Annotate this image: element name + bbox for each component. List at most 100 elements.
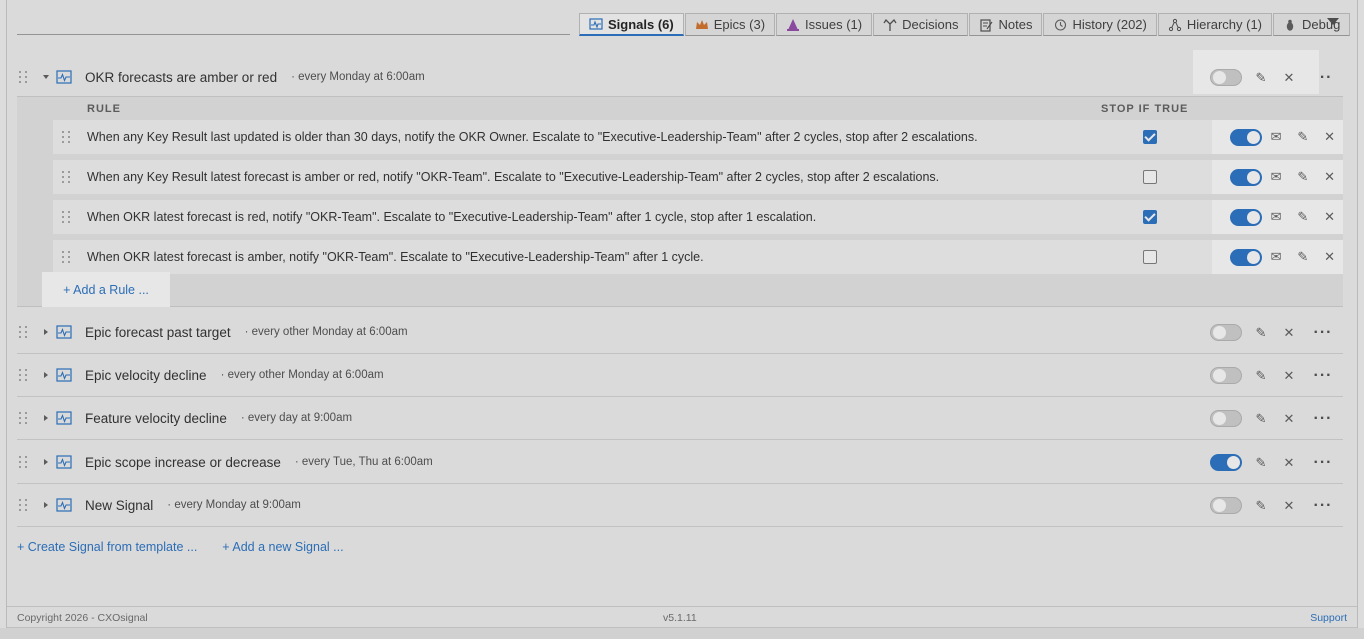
drag-handle-icon[interactable] — [62, 129, 76, 145]
edit-pencil-icon[interactable]: ✎ — [1289, 247, 1316, 267]
stop-if-true-checkbox[interactable] — [1143, 130, 1157, 144]
email-envelope-icon[interactable]: ✉ — [1263, 127, 1290, 147]
signal-title[interactable]: Epic velocity decline — [85, 368, 207, 383]
stop-if-true-column-header: STOP IF TRUE — [1101, 103, 1189, 115]
add-rule-button[interactable]: + Add a Rule ... — [42, 272, 170, 307]
version-text: v5.1.11 — [663, 612, 697, 624]
signal-row[interactable]: Epic scope increase or decrease · every … — [17, 441, 1343, 484]
rule-text[interactable]: When OKR latest forecast is amber, notif… — [87, 250, 704, 264]
delete-close-icon[interactable]: ✕ — [1275, 409, 1303, 429]
edit-pencil-icon[interactable]: ✎ — [1289, 207, 1316, 227]
more-options-icon[interactable]: ··· — [1303, 324, 1343, 342]
drag-handle-icon[interactable] — [62, 209, 76, 225]
add-new-signal-link[interactable]: + Add a new Signal ... — [222, 540, 343, 554]
more-tabs-chevron-down-icon[interactable] — [1327, 18, 1339, 25]
signal-row[interactable]: Epic velocity decline · every other Mond… — [17, 354, 1343, 397]
drag-handle-icon[interactable] — [62, 169, 76, 185]
stop-if-true-checkbox[interactable] — [1143, 250, 1157, 264]
rule-actions: ✉ ✎ ✕ — [1212, 240, 1343, 274]
signal-title[interactable]: Epic scope increase or decrease — [85, 455, 281, 470]
drag-handle-icon[interactable] — [19, 367, 33, 383]
bug-icon — [1286, 19, 1294, 31]
delete-close-icon[interactable]: ✕ — [1275, 68, 1303, 88]
signal-row[interactable]: New Signal · every Monday at 9:00am ✎ ✕ … — [17, 484, 1343, 527]
tab-hierarchy[interactable]: Hierarchy (1) — [1157, 13, 1272, 36]
signal-enable-toggle[interactable] — [1210, 454, 1242, 471]
more-options-icon[interactable]: ··· — [1303, 410, 1343, 428]
signal-enable-toggle[interactable] — [1210, 324, 1242, 341]
edit-pencil-icon[interactable]: ✎ — [1289, 127, 1316, 147]
delete-close-icon[interactable]: ✕ — [1275, 453, 1303, 473]
tab-decisions[interactable]: Decisions — [873, 13, 969, 36]
support-link[interactable]: Support — [1310, 612, 1347, 624]
signal-row[interactable]: OKR forecasts are amber or red · every M… — [17, 50, 1343, 99]
tab-signals[interactable]: Signals (6) — [579, 13, 684, 36]
delete-close-icon[interactable]: ✕ — [1316, 127, 1343, 147]
edit-pencil-icon[interactable]: ✎ — [1247, 68, 1275, 88]
rule-enable-toggle[interactable] — [1230, 128, 1262, 146]
edit-pencil-icon[interactable]: ✎ — [1247, 366, 1275, 386]
signal-title[interactable]: OKR forecasts are amber or red — [85, 70, 277, 85]
expand-chevron-icon[interactable] — [42, 458, 50, 466]
delete-close-icon[interactable]: ✕ — [1275, 496, 1303, 516]
signal-enable-toggle[interactable] — [1210, 410, 1242, 427]
rule-row: When any Key Result latest forecast is a… — [53, 160, 1343, 194]
tab-issues[interactable]: Issues (1) — [776, 13, 873, 36]
more-options-icon[interactable]: ··· — [1303, 454, 1343, 472]
email-envelope-icon[interactable]: ✉ — [1263, 247, 1290, 267]
rule-text[interactable]: When any Key Result latest forecast is a… — [87, 170, 939, 184]
expand-chevron-icon[interactable] — [42, 501, 50, 509]
signal-schedule: · every Monday at 6:00am — [291, 71, 425, 83]
rule-text[interactable]: When OKR latest forecast is red, notify … — [87, 210, 816, 224]
signal-icon — [56, 368, 72, 382]
rule-enable-toggle[interactable] — [1230, 248, 1262, 266]
tab-label: Notes — [998, 17, 1033, 32]
signal-schedule: · every other Monday at 6:00am — [220, 369, 384, 381]
drag-handle-icon[interactable] — [19, 497, 33, 513]
drag-handle-icon[interactable] — [19, 69, 33, 85]
signal-row[interactable]: Epic forecast past target · every other … — [17, 311, 1343, 354]
create-signal-from-template-link[interactable]: + Create Signal from template ... — [17, 540, 197, 554]
delete-close-icon[interactable]: ✕ — [1316, 207, 1343, 227]
edit-pencil-icon[interactable]: ✎ — [1247, 453, 1275, 473]
rule-enable-toggle[interactable] — [1230, 208, 1262, 226]
email-envelope-icon[interactable]: ✉ — [1263, 207, 1290, 227]
signal-enable-toggle[interactable] — [1210, 367, 1242, 384]
edit-pencil-icon[interactable]: ✎ — [1247, 409, 1275, 429]
footer: Copyright 2026 - CXOsignal v5.1.11 Suppo… — [7, 606, 1357, 628]
signal-title[interactable]: Feature velocity decline — [85, 411, 227, 426]
tab-history[interactable]: History (202) — [1043, 13, 1157, 36]
more-options-icon[interactable]: ··· — [1303, 367, 1343, 385]
delete-close-icon[interactable]: ✕ — [1275, 323, 1303, 343]
delete-close-icon[interactable]: ✕ — [1275, 366, 1303, 386]
edit-pencil-icon[interactable]: ✎ — [1247, 323, 1275, 343]
expand-chevron-icon[interactable] — [42, 414, 50, 422]
collapse-chevron-icon[interactable] — [42, 73, 50, 81]
stop-if-true-checkbox[interactable] — [1143, 170, 1157, 184]
rule-actions: ✉ ✎ ✕ — [1212, 160, 1343, 194]
signal-title[interactable]: Epic forecast past target — [85, 325, 231, 340]
drag-handle-icon[interactable] — [19, 454, 33, 470]
tab-bar: Signals (6) Epics (3) Issues (1) Decisio… — [579, 13, 1351, 36]
signal-title[interactable]: New Signal — [85, 498, 153, 513]
edit-pencil-icon[interactable]: ✎ — [1247, 496, 1275, 516]
drag-handle-icon[interactable] — [19, 410, 33, 426]
signal-row[interactable]: Feature velocity decline · every day at … — [17, 397, 1343, 440]
more-options-icon[interactable]: ··· — [1303, 497, 1343, 515]
drag-handle-icon[interactable] — [19, 324, 33, 340]
email-envelope-icon[interactable]: ✉ — [1263, 167, 1290, 187]
signal-enable-toggle[interactable] — [1210, 497, 1242, 514]
delete-close-icon[interactable]: ✕ — [1316, 167, 1343, 187]
expand-chevron-icon[interactable] — [42, 371, 50, 379]
signal-enable-toggle[interactable] — [1210, 69, 1242, 86]
tab-notes[interactable]: Notes — [969, 13, 1043, 36]
expand-chevron-icon[interactable] — [42, 328, 50, 336]
tab-epics[interactable]: Epics (3) — [684, 13, 776, 36]
rule-enable-toggle[interactable] — [1230, 168, 1262, 186]
edit-pencil-icon[interactable]: ✎ — [1289, 167, 1316, 187]
drag-handle-icon[interactable] — [62, 249, 76, 265]
signal-actions: ✎ ✕ ··· — [1193, 50, 1343, 99]
delete-close-icon[interactable]: ✕ — [1316, 247, 1343, 267]
rule-text[interactable]: When any Key Result last updated is olde… — [87, 130, 978, 144]
stop-if-true-checkbox[interactable] — [1143, 210, 1157, 224]
